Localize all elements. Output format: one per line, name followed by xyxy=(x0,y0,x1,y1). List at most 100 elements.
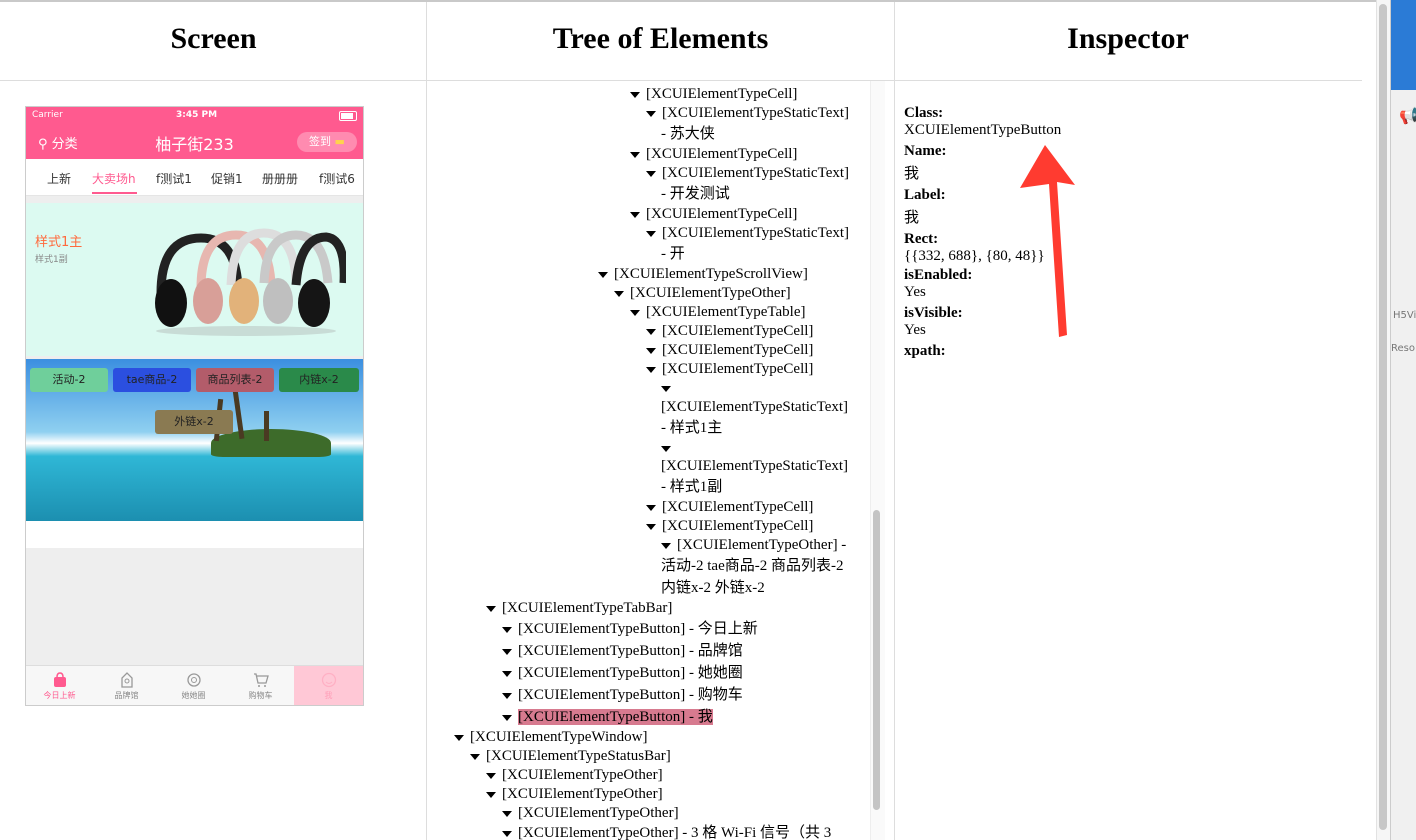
column-divider-2 xyxy=(894,2,895,840)
element-tree[interactable]: [XCUIElementTypeCell] [XCUIElementTypeSt… xyxy=(428,81,868,840)
tree-node[interactable]: [XCUIElementTypeOther] xyxy=(614,284,791,302)
tree-node-value: - 开发测试 xyxy=(661,186,730,202)
signin-button[interactable]: 签到 ▬ xyxy=(297,132,357,152)
banner-style1[interactable]: 样式1主 样式1副 xyxy=(26,203,363,356)
tree-scroll-thumb[interactable] xyxy=(873,510,880,810)
tab-test1[interactable]: f测试1 xyxy=(156,170,192,187)
expand-triangle-icon xyxy=(502,692,512,699)
tree-node-value: - 样式1主 xyxy=(661,420,723,436)
expand-triangle-icon xyxy=(646,523,656,530)
inspector-header: Inspector xyxy=(1067,22,1189,55)
tree-node[interactable]: [XCUIElementTypeButton] - 品牌馆 xyxy=(502,642,743,660)
tree-node[interactable]: [XCUIElementTypeScrollView] xyxy=(598,265,808,283)
tab-test6[interactable]: f测试6 xyxy=(319,170,355,187)
tree-node[interactable]: [XCUIElementTypeCell] xyxy=(646,360,813,378)
tree-node[interactable]: [XCUIElementTypeOther] xyxy=(486,785,663,803)
tab-big-sale[interactable]: 大卖场h xyxy=(92,170,136,187)
status-bar: Carrier 3:45 PM xyxy=(26,107,363,125)
tabbar-cart[interactable]: 购物车 xyxy=(227,666,294,705)
tree-node[interactable]: [XCUIElementTypeTabBar] xyxy=(486,599,672,617)
tabbar-brand[interactable]: 品牌馆 xyxy=(93,666,160,705)
active-tab-indicator xyxy=(92,192,137,194)
tree-node[interactable]: [XCUIElementTypeCell] xyxy=(646,322,813,340)
tree-node[interactable]: [XCUIElementTypeStaticText] xyxy=(646,164,849,182)
tree-node[interactable]: [XCUIElementTypeStaticText] xyxy=(646,104,849,122)
tree-node[interactable]: [XCUIElementTypeButton] - 她她圈 xyxy=(502,664,743,682)
tabbar-today-new[interactable]: 今日上新 xyxy=(26,666,93,705)
tree-node[interactable]: [XCUIElementTypeOther] - 3 格 Wi-Fi 信号（共 … xyxy=(502,824,831,840)
tree-node[interactable]: [XCUIElementTypeCell] xyxy=(646,341,813,359)
tree-node[interactable]: [XCUIElementTypeStaticText] xyxy=(661,398,848,416)
pill-internal-link[interactable]: 内链x-2 xyxy=(279,368,359,392)
expand-triangle-icon xyxy=(598,271,608,278)
tree-node[interactable]: [XCUIElementTypeWindow] xyxy=(454,728,647,746)
expand-triangle-icon xyxy=(646,328,656,335)
tab-album[interactable]: 册册册 xyxy=(262,170,298,187)
cart-icon xyxy=(253,673,269,687)
tree-node[interactable]: [XCUIElementTypeOther] - xyxy=(661,536,846,554)
brand-icon xyxy=(120,672,133,688)
tree-node[interactable]: [XCUIElementTypeTable] xyxy=(630,303,806,321)
expand-triangle-icon xyxy=(630,151,640,158)
adjacent-window-panel: 📢 H5Vi Reso xyxy=(1390,0,1416,840)
bag-icon xyxy=(53,672,66,687)
palm-tree-image xyxy=(264,411,269,441)
class-label: Class: xyxy=(904,105,944,121)
side-item: H5Vi xyxy=(1393,310,1416,321)
profile-icon xyxy=(321,672,336,688)
headphones-image xyxy=(155,228,346,336)
expand-triangle-icon xyxy=(486,791,496,798)
expand-triangle-icon xyxy=(646,170,656,177)
expand-triangle-icon xyxy=(502,670,512,677)
expand-triangle-icon xyxy=(630,211,640,218)
signin-label: 签到 xyxy=(309,135,332,148)
blank-strip xyxy=(26,521,363,548)
coin-icon: ▬ xyxy=(334,135,345,148)
tree-node[interactable]: [XCUIElementTypeCell] xyxy=(646,498,813,516)
screen-header: Screen xyxy=(170,22,257,55)
pill-activity[interactable]: 活动-2 xyxy=(30,368,108,392)
tree-node[interactable]: [XCUIElementTypeOther] xyxy=(502,804,679,822)
tree-node[interactable]: [XCUIElementTypeCell] xyxy=(630,145,797,163)
page-scroll-thumb[interactable] xyxy=(1379,4,1387,830)
tree-node-value: 内链x-2 外链x-2 xyxy=(661,580,765,596)
expand-triangle-icon xyxy=(630,91,640,98)
tree-node[interactable]: [XCUIElementTypeOther] xyxy=(486,766,663,784)
expand-triangle-icon xyxy=(661,445,671,452)
nav-bar: ⚲ 分类 柚子街233 签到 ▬ xyxy=(26,125,363,159)
expand-triangle-icon xyxy=(502,648,512,655)
side-item: Reso xyxy=(1391,343,1415,354)
expand-triangle-icon xyxy=(454,734,464,741)
pill-goods-list[interactable]: 商品列表-2 xyxy=(196,368,274,392)
circle-icon xyxy=(186,673,201,687)
tree-node[interactable]: [XCUIElementTypeStaticText] xyxy=(646,224,849,242)
tree-node[interactable]: [XCUIElementTypeCell] xyxy=(646,517,813,535)
tree-node[interactable]: [XCUIElementTypeStaticText] xyxy=(661,457,848,475)
expand-triangle-icon xyxy=(646,366,656,373)
expand-triangle-icon xyxy=(646,347,656,354)
tree-header: Tree of Elements xyxy=(552,22,769,55)
tree-node-selected[interactable]: [XCUIElementTypeButton] - 我 xyxy=(502,708,713,726)
tree-node[interactable] xyxy=(661,379,677,397)
tree-node[interactable]: [XCUIElementTypeCell] xyxy=(630,205,797,223)
tabbar-label: 她她圈 xyxy=(181,691,206,700)
device-screenshot[interactable]: Carrier 3:45 PM ⚲ 分类 柚子街233 签到 ▬ 上新 大卖场h… xyxy=(25,106,364,706)
tree-node[interactable] xyxy=(661,439,677,457)
expand-triangle-icon xyxy=(502,626,512,633)
status-time: 3:45 PM xyxy=(176,110,218,120)
tree-node[interactable]: [XCUIElementTypeStatusBar] xyxy=(470,747,671,765)
tab-promo[interactable]: 促销1 xyxy=(211,170,243,187)
tree-node[interactable]: [XCUIElementTypeCell] xyxy=(630,85,797,103)
tabbar-circle[interactable]: 她她圈 xyxy=(160,666,227,705)
tab-new[interactable]: 上新 xyxy=(47,170,71,187)
tree-node[interactable]: [XCUIElementTypeButton] - 购物车 xyxy=(502,686,743,704)
pill-external-link[interactable]: 外链x-2 xyxy=(155,410,233,434)
expand-triangle-icon xyxy=(661,385,671,392)
expand-triangle-icon xyxy=(502,830,512,837)
pill-tae-goods[interactable]: tae商品-2 xyxy=(113,368,191,392)
expand-triangle-icon xyxy=(502,810,512,817)
adjacent-window-header xyxy=(1391,0,1416,90)
tree-node[interactable]: [XCUIElementTypeButton] - 今日上新 xyxy=(502,620,758,638)
carrier-label: Carrier xyxy=(32,110,63,120)
tabbar-me[interactable]: 我 xyxy=(294,666,363,705)
